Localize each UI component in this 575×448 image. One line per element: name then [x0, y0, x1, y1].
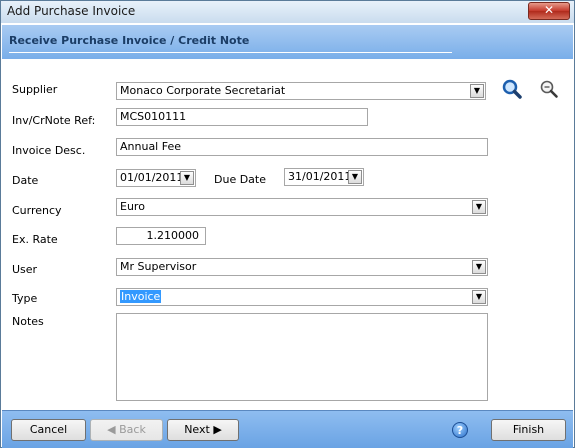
next-label: Next ▶ — [184, 423, 222, 436]
supplier-value: Monaco Corporate Secretariat — [120, 84, 286, 97]
back-label: ◀ Back — [107, 423, 146, 436]
type-select[interactable]: Invoice ▼ — [116, 288, 488, 306]
add-purchase-invoice-window: Add Purchase Invoice ✕ Receive Purchase … — [0, 0, 575, 448]
close-icon: ✕ — [543, 3, 555, 17]
user-label: User — [12, 263, 38, 276]
wizard-title: Receive Purchase Invoice / Credit Note — [9, 34, 250, 47]
chevron-down-icon[interactable]: ▼ — [180, 171, 194, 185]
help-glyph: ? — [456, 424, 464, 437]
chevron-down-icon[interactable]: ▼ — [472, 260, 486, 274]
invoice-desc-input[interactable]: Annual Fee — [116, 138, 488, 156]
due-date-value: 31/01/2011 — [288, 170, 352, 183]
currency-value: Euro — [120, 200, 145, 213]
window-title: Add Purchase Invoice — [7, 4, 136, 18]
chevron-down-icon[interactable]: ▼ — [348, 170, 362, 184]
inv-ref-input[interactable]: MCS010111 — [116, 108, 368, 126]
due-date-picker[interactable]: 31/01/2011 ▼ — [284, 168, 364, 186]
invoice-desc-value: Annual Fee — [120, 140, 181, 153]
chevron-down-icon[interactable]: ▼ — [472, 200, 486, 214]
cancel-button[interactable]: Cancel — [11, 419, 86, 441]
ex-rate-input[interactable]: 1.210000 — [116, 227, 206, 245]
inv-ref-value: MCS010111 — [120, 110, 187, 123]
chevron-down-icon[interactable]: ▼ — [470, 84, 484, 98]
zoom-icon[interactable] — [538, 78, 560, 100]
ex-rate-label: Ex. Rate — [12, 233, 58, 246]
back-button[interactable]: ◀ Back — [90, 419, 163, 441]
close-button[interactable]: ✕ — [528, 2, 570, 20]
help-icon[interactable]: ? — [452, 422, 468, 438]
notes-textarea[interactable] — [116, 313, 488, 401]
date-value: 01/01/2011 — [120, 171, 184, 184]
inv-ref-label: Inv/CrNote Ref: — [12, 114, 96, 127]
supplier-select[interactable]: Monaco Corporate Secretariat ▼ — [116, 82, 486, 100]
supplier-label: Supplier — [12, 83, 58, 96]
date-picker[interactable]: 01/01/2011 ▼ — [116, 169, 196, 187]
cancel-label: Cancel — [29, 423, 68, 436]
finish-button[interactable]: Finish — [491, 419, 566, 441]
type-label: Type — [12, 292, 38, 305]
currency-select[interactable]: Euro ▼ — [116, 198, 488, 216]
chevron-down-icon[interactable]: ▼ — [472, 290, 486, 304]
finish-label: Finish — [512, 423, 545, 436]
ex-rate-value: 1.210000 — [146, 229, 200, 242]
invoice-desc-label: Invoice Desc. — [12, 144, 86, 157]
next-button[interactable]: Next ▶ — [167, 419, 239, 441]
user-value: Mr Supervisor — [120, 260, 197, 273]
date-label: Date — [12, 174, 39, 187]
title-bar: Add Purchase Invoice ✕ — [1, 1, 574, 23]
search-icon[interactable] — [501, 78, 523, 100]
header-divider — [9, 52, 452, 53]
wizard-header: Receive Purchase Invoice / Credit Note — [2, 25, 573, 59]
button-bar — [2, 410, 573, 448]
user-select[interactable]: Mr Supervisor ▼ — [116, 258, 488, 276]
due-date-label: Due Date — [214, 173, 266, 186]
notes-label: Notes — [12, 315, 44, 328]
type-value: Invoice — [120, 290, 162, 303]
currency-label: Currency — [12, 204, 62, 217]
